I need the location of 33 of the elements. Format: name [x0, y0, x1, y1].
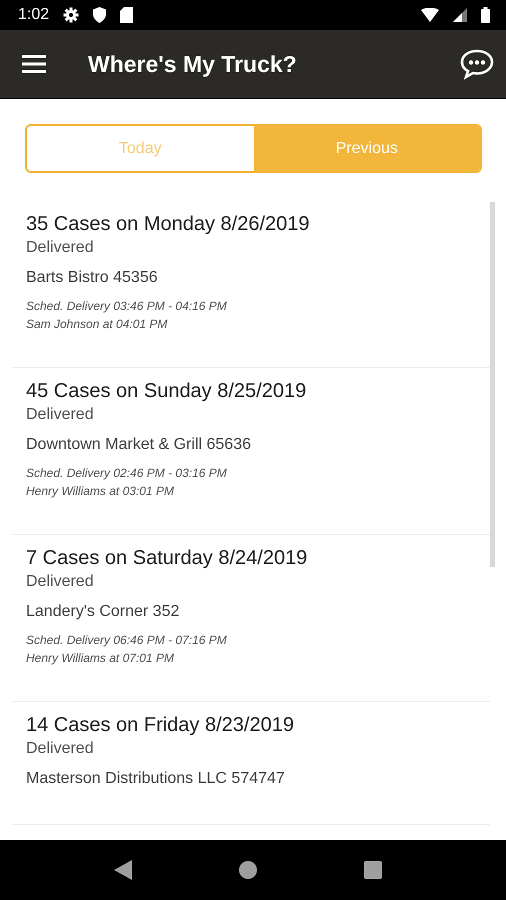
home-button[interactable] [238, 861, 257, 879]
customer-name: Downtown Market & Grill 65636 [26, 435, 252, 455]
customer-name: Masterson Distributions LLC 574747 [26, 769, 286, 789]
scheduled-window: Sched. Delivery 06:46 PM - 07:16 PM [26, 631, 490, 649]
recents-button[interactable] [364, 861, 382, 879]
scheduled-window: Sched. Delivery 02:46 PM - 03:16 PM [26, 464, 490, 482]
app-title: Where's My Truck? [88, 50, 298, 78]
customer-name: Barts Bistro 45356 [26, 268, 159, 288]
delivery-title: 45 Cases on Sunday 8/25/2019 [26, 379, 308, 404]
battery-icon [481, 7, 490, 23]
delivery-title: 14 Cases on Friday 8/23/2019 [26, 713, 295, 738]
driver-time: Henry Williams at 03:01 PM [26, 483, 175, 500]
scheduled-window: Sched. Delivery 03:46 PM - 04:16 PM [26, 297, 490, 315]
sd-card-icon [120, 7, 134, 23]
driver-time: Henry Williams at 07:01 PM [26, 650, 175, 667]
delivery-title: 35 Cases on Monday 8/26/2019 [26, 212, 311, 237]
scrollbar[interactable] [490, 202, 495, 567]
status-time: 1:02 [18, 6, 50, 24]
chat-button[interactable] [460, 48, 494, 80]
shield-icon [93, 7, 106, 23]
menu-button[interactable] [22, 55, 46, 73]
delivery-status: Delivered [26, 238, 95, 258]
delivery-status: Delivered [26, 405, 95, 425]
back-button[interactable] [114, 860, 132, 880]
delivery-status: Delivered [26, 572, 95, 592]
wifi-icon [421, 8, 439, 22]
delivery-title: 7 Cases on Saturday 8/24/2019 [26, 546, 308, 571]
signal-icon [453, 8, 467, 22]
tab[interactable]: Previous [254, 126, 480, 171]
customer-name: Landery's Corner 352 [26, 602, 180, 622]
driver-time: Sam Johnson at 04:01 PM [26, 316, 168, 333]
gear-icon [63, 7, 80, 23]
delivery-status: Delivered [26, 739, 95, 759]
